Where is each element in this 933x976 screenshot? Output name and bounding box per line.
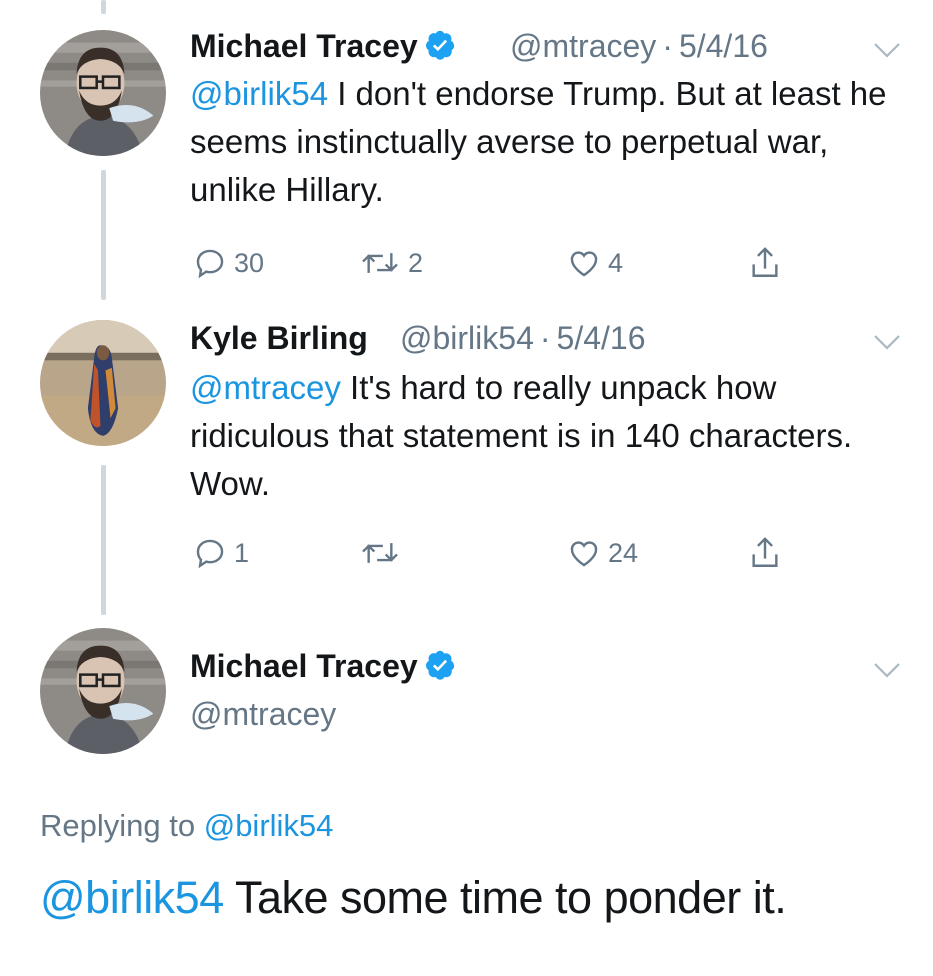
retweet-button[interactable]: 2 bbox=[358, 246, 423, 280]
main-tweet-body: @birlik54 Take some time to ponder it. bbox=[40, 872, 787, 924]
retweet-icon bbox=[362, 543, 398, 563]
author-name[interactable]: Kyle Birling bbox=[190, 320, 368, 357]
reply-button[interactable]: 30 bbox=[192, 246, 264, 280]
replying-to-link[interactable]: @birlik54 bbox=[204, 808, 334, 843]
retweet-icon bbox=[362, 253, 398, 273]
chevron-down-icon[interactable] bbox=[872, 332, 902, 352]
author-name-text[interactable]: Michael Tracey bbox=[190, 28, 418, 64]
reply-button[interactable]: 1 bbox=[192, 536, 249, 570]
tweet-date[interactable]: 5/4/16 bbox=[557, 320, 646, 356]
chevron-down-icon[interactable] bbox=[872, 40, 902, 60]
tweet-date[interactable]: 5/4/16 bbox=[679, 28, 768, 64]
verified-badge-icon bbox=[424, 649, 456, 689]
reply-icon bbox=[196, 249, 224, 279]
reply-icon bbox=[196, 539, 224, 569]
mention-link[interactable]: @birlik54 bbox=[190, 75, 328, 112]
retweet-count: 2 bbox=[408, 247, 424, 278]
tweet-body: @birlik54 I don't endorse Trump. But at … bbox=[190, 70, 910, 214]
share-button[interactable] bbox=[748, 534, 782, 572]
reply-count: 1 bbox=[234, 537, 250, 568]
thread-line-2 bbox=[101, 465, 106, 615]
like-icon bbox=[570, 251, 598, 277]
like-count: 24 bbox=[608, 537, 639, 568]
like-button[interactable]: 24 bbox=[566, 536, 638, 570]
like-count: 4 bbox=[608, 247, 624, 278]
main-tweet-text: Take some time to ponder it. bbox=[223, 872, 787, 923]
retweet-button[interactable] bbox=[358, 536, 408, 570]
mention-link[interactable]: @mtracey bbox=[190, 369, 341, 406]
thread-line-top bbox=[101, 0, 106, 14]
meta-separator: · bbox=[662, 28, 673, 64]
share-button[interactable] bbox=[748, 244, 782, 282]
author-handle[interactable]: @mtracey bbox=[510, 28, 656, 64]
tweet-meta: @birlik54 · 5/4/16 bbox=[400, 320, 645, 357]
author-name[interactable]: Michael Tracey bbox=[190, 648, 456, 689]
like-button[interactable]: 4 bbox=[566, 246, 623, 280]
author-handle[interactable]: @mtracey bbox=[190, 696, 336, 733]
author-handle[interactable]: @birlik54 bbox=[400, 320, 534, 356]
verified-badge-icon bbox=[424, 29, 456, 69]
author-name[interactable]: Michael Tracey bbox=[190, 28, 456, 69]
avatar-michael-tracey[interactable] bbox=[40, 30, 166, 156]
author-name-text[interactable]: Kyle Birling bbox=[190, 320, 368, 356]
meta-separator: · bbox=[539, 320, 551, 356]
replying-to: Replying to @birlik54 bbox=[40, 808, 333, 844]
avatar-kyle-birling[interactable] bbox=[40, 320, 166, 446]
chevron-down-icon[interactable] bbox=[872, 660, 902, 680]
thread-line-1 bbox=[101, 170, 106, 300]
reply-count: 30 bbox=[234, 247, 265, 278]
avatar-michael-tracey[interactable] bbox=[40, 628, 166, 754]
share-icon bbox=[752, 247, 778, 277]
replying-to-prefix: Replying to bbox=[40, 808, 204, 843]
tweet-meta: @mtracey · 5/4/16 bbox=[510, 28, 768, 65]
mention-link[interactable]: @birlik54 bbox=[40, 872, 224, 923]
share-icon bbox=[752, 537, 778, 567]
tweet-body: @mtracey It's hard to really unpack how … bbox=[190, 364, 910, 508]
author-name-text[interactable]: Michael Tracey bbox=[190, 648, 418, 684]
like-icon bbox=[570, 541, 598, 567]
